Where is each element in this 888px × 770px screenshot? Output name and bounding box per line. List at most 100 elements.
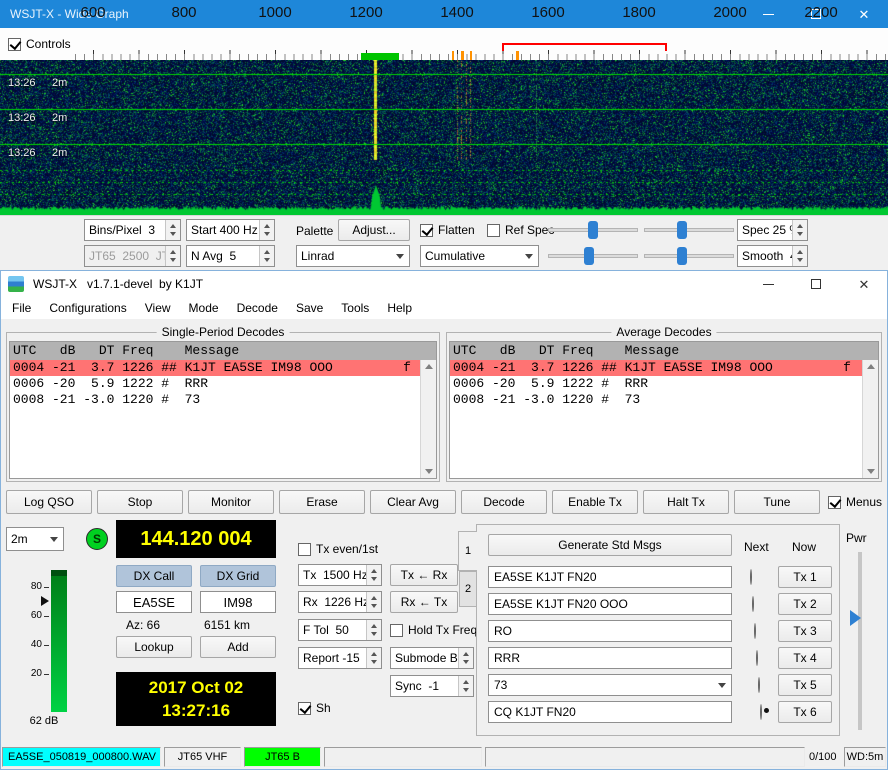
sync-spinbox[interactable]: Sync -1 [390, 675, 474, 697]
tx2-next-radio[interactable] [752, 596, 754, 612]
sh-checkbox[interactable]: Sh [298, 701, 331, 715]
waterfall-display[interactable] [0, 60, 888, 215]
vertical-scrollbar[interactable] [862, 360, 878, 478]
decode-row[interactable]: 0006 -20 5.9 1222 # RRR [10, 376, 436, 392]
dx-call-button[interactable]: DX Call [116, 565, 192, 587]
menu-file[interactable]: File [3, 297, 40, 319]
pwr-slider-handle[interactable] [850, 610, 861, 626]
waterfall-gain-slider[interactable] [548, 221, 638, 239]
tx1-message-input[interactable]: EA5SE K1JT FN20 [488, 566, 732, 588]
waterfall-zero-slider[interactable] [644, 221, 734, 239]
tx1-next-radio[interactable] [750, 569, 752, 585]
enable-tx-button[interactable]: Enable Tx [552, 490, 638, 514]
menu-view[interactable]: View [136, 297, 180, 319]
hold-tx-freq-checkbox[interactable]: Hold Tx Freq [390, 623, 477, 637]
decode-row[interactable]: 0008 -21 -3.0 1220 # 73 [10, 392, 436, 408]
spectrum-gain-slider[interactable] [548, 247, 638, 265]
tx4-next-radio[interactable] [756, 650, 758, 666]
smooth-spinbox[interactable]: Smooth 4 [737, 245, 808, 267]
minimize-button[interactable] [744, 271, 792, 297]
controls-checkbox[interactable]: Controls [8, 37, 71, 51]
spin-arrows-icon[interactable] [259, 220, 274, 240]
halt-tx-button[interactable]: Halt Tx [643, 490, 729, 514]
tx2-message-input[interactable]: EA5SE K1JT FN20 OOO [488, 593, 732, 615]
spin-arrows-icon[interactable] [259, 246, 274, 266]
decode-row[interactable]: 0004 -21 3.7 1226 ## K1JT EA5SE IM98 OOO… [10, 360, 436, 376]
close-button[interactable]: ✕ [840, 0, 888, 28]
tx3-next-radio[interactable] [754, 623, 756, 639]
spin-arrows-icon[interactable] [366, 565, 381, 585]
monitor-button[interactable]: Monitor [188, 490, 274, 514]
tx2-button[interactable]: Tx 2 [778, 593, 832, 615]
tab-2[interactable]: 2 [459, 571, 477, 607]
vertical-scrollbar[interactable] [420, 360, 436, 478]
dx-call-input[interactable]: EA5SE [116, 591, 192, 613]
n-avg-spinbox[interactable]: N Avg 5 [186, 245, 275, 267]
spin-arrows-icon[interactable] [165, 220, 180, 240]
decode-row[interactable]: 0004 -21 3.7 1226 ## K1JT EA5SE IM98 OOO… [450, 360, 878, 376]
slider-handle[interactable] [677, 221, 687, 239]
tx-from-rx-button[interactable]: Tx ← Rx [390, 564, 458, 586]
tx6-button[interactable]: Tx 6 [778, 701, 832, 723]
submode-spinbox[interactable]: Submode B [390, 647, 474, 669]
dx-grid-input[interactable]: IM98 [200, 591, 276, 613]
slider-handle[interactable] [677, 247, 687, 265]
tx6-message-input[interactable]: CQ K1JT FN20 [488, 701, 732, 723]
maximize-button[interactable] [792, 271, 840, 297]
ref-spec-checkbox[interactable]: Ref Spec [487, 223, 554, 237]
tx-freq-spinbox[interactable]: Tx 1500 Hz [298, 564, 382, 586]
start-freq-spinbox[interactable]: Start 400 Hz [186, 219, 275, 241]
palette-combobox[interactable]: Linrad [296, 245, 410, 267]
menu-mode[interactable]: Mode [180, 297, 228, 319]
tx3-button[interactable]: Tx 3 [778, 620, 832, 642]
dx-grid-button[interactable]: DX Grid [200, 565, 276, 587]
generate-std-msgs-button[interactable]: Generate Std Msgs [488, 534, 732, 556]
slider-handle[interactable] [588, 221, 598, 239]
rx-from-tx-button[interactable]: Rx ← Tx [390, 591, 458, 613]
menu-help[interactable]: Help [378, 297, 421, 319]
spectrum-zero-slider[interactable] [644, 247, 734, 265]
slider-handle[interactable] [584, 247, 594, 265]
average-decodes-list[interactable]: UTC dB DT Freq Message 0004 -21 3.7 1226… [449, 341, 879, 479]
spin-arrows-icon[interactable] [366, 620, 381, 640]
spin-arrows-icon[interactable] [792, 220, 807, 240]
menus-checkbox[interactable]: Menus [828, 495, 882, 509]
spin-arrows-icon[interactable] [366, 592, 381, 612]
add-button[interactable]: Add [200, 636, 276, 658]
tx4-button[interactable]: Tx 4 [778, 647, 832, 669]
spin-arrows-icon[interactable] [792, 246, 807, 266]
flatten-checkbox[interactable]: Flatten [420, 223, 475, 237]
tab-1[interactable]: 1 [458, 531, 477, 571]
band-combobox[interactable]: 2m [6, 527, 64, 551]
close-button[interactable]: ✕ [840, 271, 888, 297]
report-spinbox[interactable]: Report -15 [298, 647, 382, 669]
menu-save[interactable]: Save [287, 297, 332, 319]
decode-row[interactable]: 0008 -21 -3.0 1220 # 73 [450, 392, 878, 408]
tx5-button[interactable]: Tx 5 [778, 674, 832, 696]
single-period-decodes-list[interactable]: UTC dB DT Freq Message 0004 -21 3.7 1226… [9, 341, 437, 479]
tx1-button[interactable]: Tx 1 [778, 566, 832, 588]
menu-configurations[interactable]: Configurations [40, 297, 135, 319]
tx6-next-radio[interactable] [760, 704, 762, 720]
erase-button[interactable]: Erase [279, 490, 365, 514]
menu-decode[interactable]: Decode [228, 297, 287, 319]
decode-button[interactable]: Decode [461, 490, 547, 514]
spin-arrows-icon[interactable] [366, 648, 381, 668]
clear-avg-button[interactable]: Clear Avg [370, 490, 456, 514]
tune-button[interactable]: Tune [734, 490, 820, 514]
bins-pixel-spinbox[interactable]: Bins/Pixel 3 [84, 219, 181, 241]
decode-row[interactable]: 0006 -20 5.9 1222 # RRR [450, 376, 878, 392]
lookup-button[interactable]: Lookup [116, 636, 192, 658]
tx4-message-input[interactable]: RRR [488, 647, 732, 669]
pwr-slider[interactable] [858, 552, 862, 730]
cat-status-indicator[interactable]: S [86, 528, 108, 550]
adjust-button[interactable]: Adjust... [338, 219, 410, 241]
tx3-message-input[interactable]: RO [488, 620, 732, 642]
rx-freq-spinbox[interactable]: Rx 1226 Hz [298, 591, 382, 613]
stop-button[interactable]: Stop [97, 490, 183, 514]
spin-arrows-icon[interactable] [458, 676, 473, 696]
spin-arrows-icon[interactable] [458, 648, 473, 668]
log-qso-button[interactable]: Log QSO [6, 490, 92, 514]
f-tol-spinbox[interactable]: F Tol 50 [298, 619, 382, 641]
tx-even-checkbox[interactable]: Tx even/1st [298, 542, 378, 556]
